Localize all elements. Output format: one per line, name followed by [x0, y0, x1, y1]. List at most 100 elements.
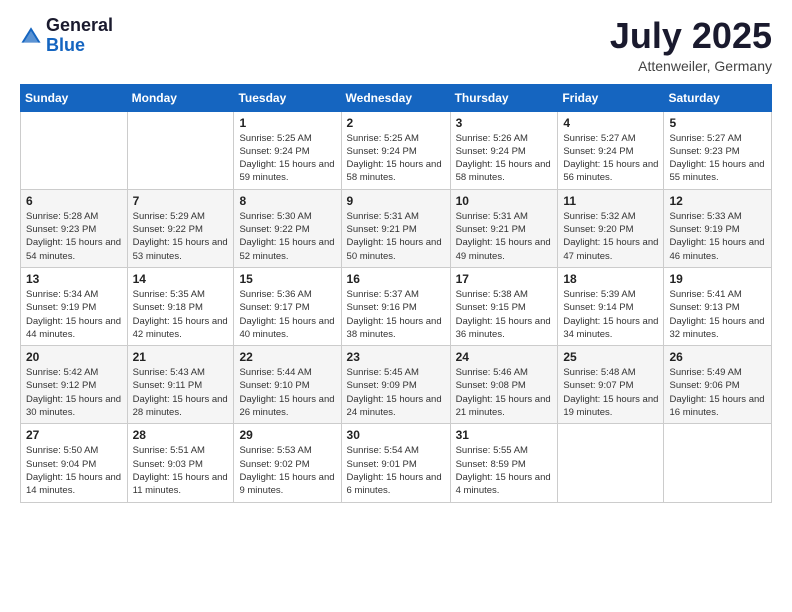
calendar-cell: 4 Sunrise: 5:27 AM Sunset: 9:24 PM Daylig…	[558, 111, 664, 189]
calendar-week-row: 13Sunrise: 5:34 AM Sunset: 9:19 PM Dayli…	[21, 267, 772, 345]
day-number: 21	[133, 350, 229, 364]
calendar-cell: 29 Sunrise: 5:53 AM Sunset: 9:02 PM Dayli…	[234, 424, 341, 502]
calendar-cell: 24Sunrise: 5:46 AM Sunset: 9:08 PM Dayli…	[450, 346, 558, 424]
day-info: Sunrise: 5:27 AM Sunset: 9:23 PM Dayligh…	[669, 132, 766, 185]
day-number: 22	[239, 350, 335, 364]
day-number: 28	[133, 428, 229, 442]
calendar-cell: 30 Sunrise: 5:54 AM Sunset: 9:01 PM Dayli…	[341, 424, 450, 502]
calendar-week-row: 20Sunrise: 5:42 AM Sunset: 9:12 PM Dayli…	[21, 346, 772, 424]
day-info: Sunrise: 5:29 AM Sunset: 9:22 PM Dayligh…	[133, 210, 229, 263]
day-number: 31	[456, 428, 553, 442]
day-info: Sunrise: 5:44 AM Sunset: 9:10 PM Dayligh…	[239, 366, 335, 419]
calendar-cell	[558, 424, 664, 502]
calendar-cell	[21, 111, 128, 189]
calendar-cell: 28 Sunrise: 5:51 AM Sunset: 9:03 PM Dayli…	[127, 424, 234, 502]
day-number: 10	[456, 194, 553, 208]
calendar-cell: 5 Sunrise: 5:27 AM Sunset: 9:23 PM Daylig…	[664, 111, 772, 189]
day-info: Sunrise: 5:28 AM Sunset: 9:23 PM Dayligh…	[26, 210, 122, 263]
calendar-cell: 3Sunrise: 5:26 AM Sunset: 9:24 PM Daylig…	[450, 111, 558, 189]
day-number: 18	[563, 272, 658, 286]
day-info: Sunrise: 5:50 AM Sunset: 9:04 PM Dayligh…	[26, 444, 122, 497]
title-location: Attenweiler, Germany	[610, 58, 772, 74]
day-number: 26	[669, 350, 766, 364]
day-info: Sunrise: 5:25 AM Sunset: 9:24 PM Dayligh…	[347, 132, 445, 185]
calendar-body: 1 Sunrise: 5:25 AM Sunset: 9:24 PM Daylig…	[21, 111, 772, 502]
day-number: 29	[239, 428, 335, 442]
calendar-cell: 14Sunrise: 5:35 AM Sunset: 9:18 PM Dayli…	[127, 267, 234, 345]
header: General Blue July 2025 Attenweiler, Germ…	[20, 16, 772, 74]
day-number: 12	[669, 194, 766, 208]
day-info: Sunrise: 5:30 AM Sunset: 9:22 PM Dayligh…	[239, 210, 335, 263]
day-number: 9	[347, 194, 445, 208]
day-number: 11	[563, 194, 658, 208]
calendar-cell: 1 Sunrise: 5:25 AM Sunset: 9:24 PM Daylig…	[234, 111, 341, 189]
calendar-page: General Blue July 2025 Attenweiler, Germ…	[0, 0, 792, 612]
day-info: Sunrise: 5:53 AM Sunset: 9:02 PM Dayligh…	[239, 444, 335, 497]
day-number: 16	[347, 272, 445, 286]
day-number: 25	[563, 350, 658, 364]
calendar-cell: 9 Sunrise: 5:31 AM Sunset: 9:21 PM Daylig…	[341, 189, 450, 267]
calendar-cell: 12Sunrise: 5:33 AM Sunset: 9:19 PM Dayli…	[664, 189, 772, 267]
logo-icon	[20, 25, 42, 47]
weekday-header: Friday	[558, 84, 664, 111]
day-info: Sunrise: 5:41 AM Sunset: 9:13 PM Dayligh…	[669, 288, 766, 341]
logo-blue: Blue	[46, 35, 85, 55]
calendar-cell	[127, 111, 234, 189]
day-number: 3	[456, 116, 553, 130]
day-info: Sunrise: 5:36 AM Sunset: 9:17 PM Dayligh…	[239, 288, 335, 341]
day-info: Sunrise: 5:48 AM Sunset: 9:07 PM Dayligh…	[563, 366, 658, 419]
day-info: Sunrise: 5:43 AM Sunset: 9:11 PM Dayligh…	[133, 366, 229, 419]
calendar-table: SundayMondayTuesdayWednesdayThursdayFrid…	[20, 84, 772, 503]
day-info: Sunrise: 5:25 AM Sunset: 9:24 PM Dayligh…	[239, 132, 335, 185]
calendar-week-row: 27 Sunrise: 5:50 AM Sunset: 9:04 PM Dayli…	[21, 424, 772, 502]
logo-general: General	[46, 15, 113, 35]
weekday-header: Thursday	[450, 84, 558, 111]
day-info: Sunrise: 5:39 AM Sunset: 9:14 PM Dayligh…	[563, 288, 658, 341]
title-month: July 2025	[610, 16, 772, 56]
calendar-cell: 11Sunrise: 5:32 AM Sunset: 9:20 PM Dayli…	[558, 189, 664, 267]
calendar-cell: 2 Sunrise: 5:25 AM Sunset: 9:24 PM Daylig…	[341, 111, 450, 189]
day-number: 15	[239, 272, 335, 286]
day-number: 17	[456, 272, 553, 286]
day-number: 24	[456, 350, 553, 364]
day-info: Sunrise: 5:27 AM Sunset: 9:24 PM Dayligh…	[563, 132, 658, 185]
day-number: 23	[347, 350, 445, 364]
day-info: Sunrise: 5:31 AM Sunset: 9:21 PM Dayligh…	[347, 210, 445, 263]
title-block: July 2025 Attenweiler, Germany	[610, 16, 772, 74]
calendar-header: SundayMondayTuesdayWednesdayThursdayFrid…	[21, 84, 772, 111]
calendar-cell: 16Sunrise: 5:37 AM Sunset: 9:16 PM Dayli…	[341, 267, 450, 345]
calendar-cell: 22 Sunrise: 5:44 AM Sunset: 9:10 PM Dayli…	[234, 346, 341, 424]
weekday-header: Wednesday	[341, 84, 450, 111]
weekday-header: Tuesday	[234, 84, 341, 111]
day-info: Sunrise: 5:51 AM Sunset: 9:03 PM Dayligh…	[133, 444, 229, 497]
calendar-cell	[664, 424, 772, 502]
day-number: 2	[347, 116, 445, 130]
calendar-week-row: 6 Sunrise: 5:28 AM Sunset: 9:23 PM Daylig…	[21, 189, 772, 267]
weekday-header: Monday	[127, 84, 234, 111]
day-number: 14	[133, 272, 229, 286]
day-number: 27	[26, 428, 122, 442]
calendar-cell: 27 Sunrise: 5:50 AM Sunset: 9:04 PM Dayli…	[21, 424, 128, 502]
day-number: 1	[239, 116, 335, 130]
calendar-cell: 21 Sunrise: 5:43 AM Sunset: 9:11 PM Dayli…	[127, 346, 234, 424]
calendar-cell: 10 Sunrise: 5:31 AM Sunset: 9:21 PM Dayli…	[450, 189, 558, 267]
day-number: 5	[669, 116, 766, 130]
calendar-cell: 15 Sunrise: 5:36 AM Sunset: 9:17 PM Dayli…	[234, 267, 341, 345]
day-number: 4	[563, 116, 658, 130]
day-info: Sunrise: 5:38 AM Sunset: 9:15 PM Dayligh…	[456, 288, 553, 341]
day-number: 19	[669, 272, 766, 286]
weekday-row: SundayMondayTuesdayWednesdayThursdayFrid…	[21, 84, 772, 111]
day-info: Sunrise: 5:54 AM Sunset: 9:01 PM Dayligh…	[347, 444, 445, 497]
weekday-header: Sunday	[21, 84, 128, 111]
calendar-cell: 20Sunrise: 5:42 AM Sunset: 9:12 PM Dayli…	[21, 346, 128, 424]
calendar-cell: 19 Sunrise: 5:41 AM Sunset: 9:13 PM Dayli…	[664, 267, 772, 345]
calendar-cell: 6 Sunrise: 5:28 AM Sunset: 9:23 PM Daylig…	[21, 189, 128, 267]
day-info: Sunrise: 5:55 AM Sunset: 8:59 PM Dayligh…	[456, 444, 553, 497]
logo-text: General Blue	[46, 16, 113, 56]
calendar-cell: 25 Sunrise: 5:48 AM Sunset: 9:07 PM Dayli…	[558, 346, 664, 424]
day-number: 30	[347, 428, 445, 442]
day-number: 6	[26, 194, 122, 208]
day-number: 13	[26, 272, 122, 286]
day-info: Sunrise: 5:31 AM Sunset: 9:21 PM Dayligh…	[456, 210, 553, 263]
calendar-cell: 23Sunrise: 5:45 AM Sunset: 9:09 PM Dayli…	[341, 346, 450, 424]
